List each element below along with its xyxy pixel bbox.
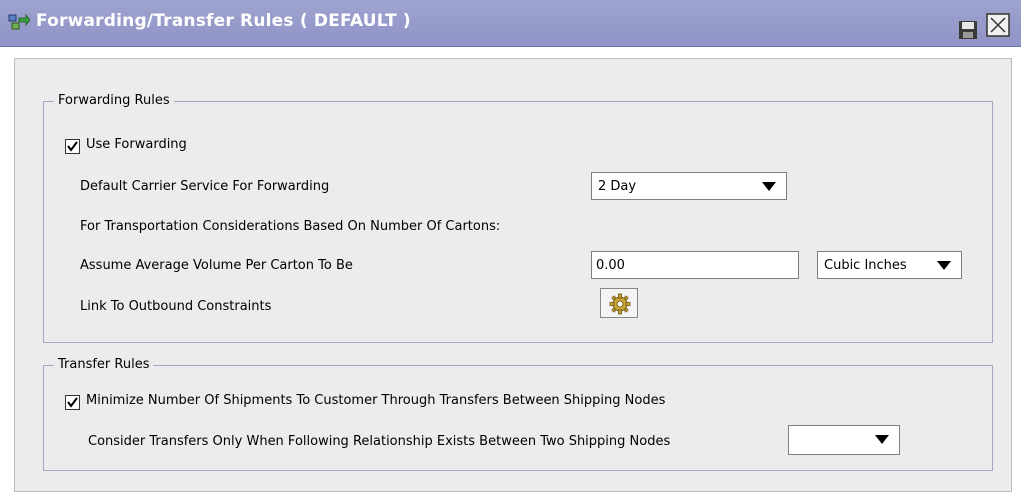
link-outbound-label: Link To Outbound Constraints <box>80 299 272 314</box>
gear-icon <box>609 293 631 315</box>
chevron-down-icon <box>875 435 889 444</box>
minimize-shipments-checkbox[interactable] <box>65 395 80 410</box>
volume-unit-value: Cubic Inches <box>824 258 907 273</box>
window-title: Forwarding/Transfer Rules ( DEFAULT ) <box>36 11 411 31</box>
rules-icon <box>8 13 31 33</box>
transport-note: For Transportation Considerations Based … <box>80 219 501 234</box>
chevron-down-icon <box>762 182 776 191</box>
relationship-dropdown[interactable] <box>788 425 900 455</box>
title-bar: Forwarding/Transfer Rules ( DEFAULT ) <box>0 0 1021 47</box>
close-icon[interactable] <box>986 13 1010 37</box>
avg-volume-input[interactable] <box>591 251 799 279</box>
default-carrier-label: Default Carrier Service For Forwarding <box>80 179 330 194</box>
avg-volume-label: Assume Average Volume Per Carton To Be <box>80 258 353 273</box>
use-forwarding-label: Use Forwarding <box>86 137 187 152</box>
save-icon[interactable] <box>958 20 978 40</box>
consider-transfers-label: Consider Transfers Only When Following R… <box>88 434 671 449</box>
default-carrier-dropdown[interactable]: 2 Day <box>591 172 787 200</box>
minimize-shipments-label: Minimize Number Of Shipments To Customer… <box>86 393 666 408</box>
volume-unit-dropdown[interactable]: Cubic Inches <box>817 251 962 279</box>
chevron-down-icon <box>937 261 951 270</box>
avg-volume-field[interactable] <box>592 252 798 278</box>
forwarding-rules-legend: Forwarding Rules <box>54 93 174 108</box>
forwarding-rules-group: Forwarding Rules Use Forwarding Default … <box>43 93 993 343</box>
transfer-rules-group: Transfer Rules Minimize Number Of Shipme… <box>43 357 993 471</box>
content-panel: Forwarding Rules Use Forwarding Default … <box>14 58 1012 492</box>
transfer-rules-legend: Transfer Rules <box>54 357 154 372</box>
use-forwarding-checkbox[interactable] <box>65 139 80 154</box>
link-outbound-button[interactable] <box>600 288 638 318</box>
default-carrier-value: 2 Day <box>598 179 637 194</box>
